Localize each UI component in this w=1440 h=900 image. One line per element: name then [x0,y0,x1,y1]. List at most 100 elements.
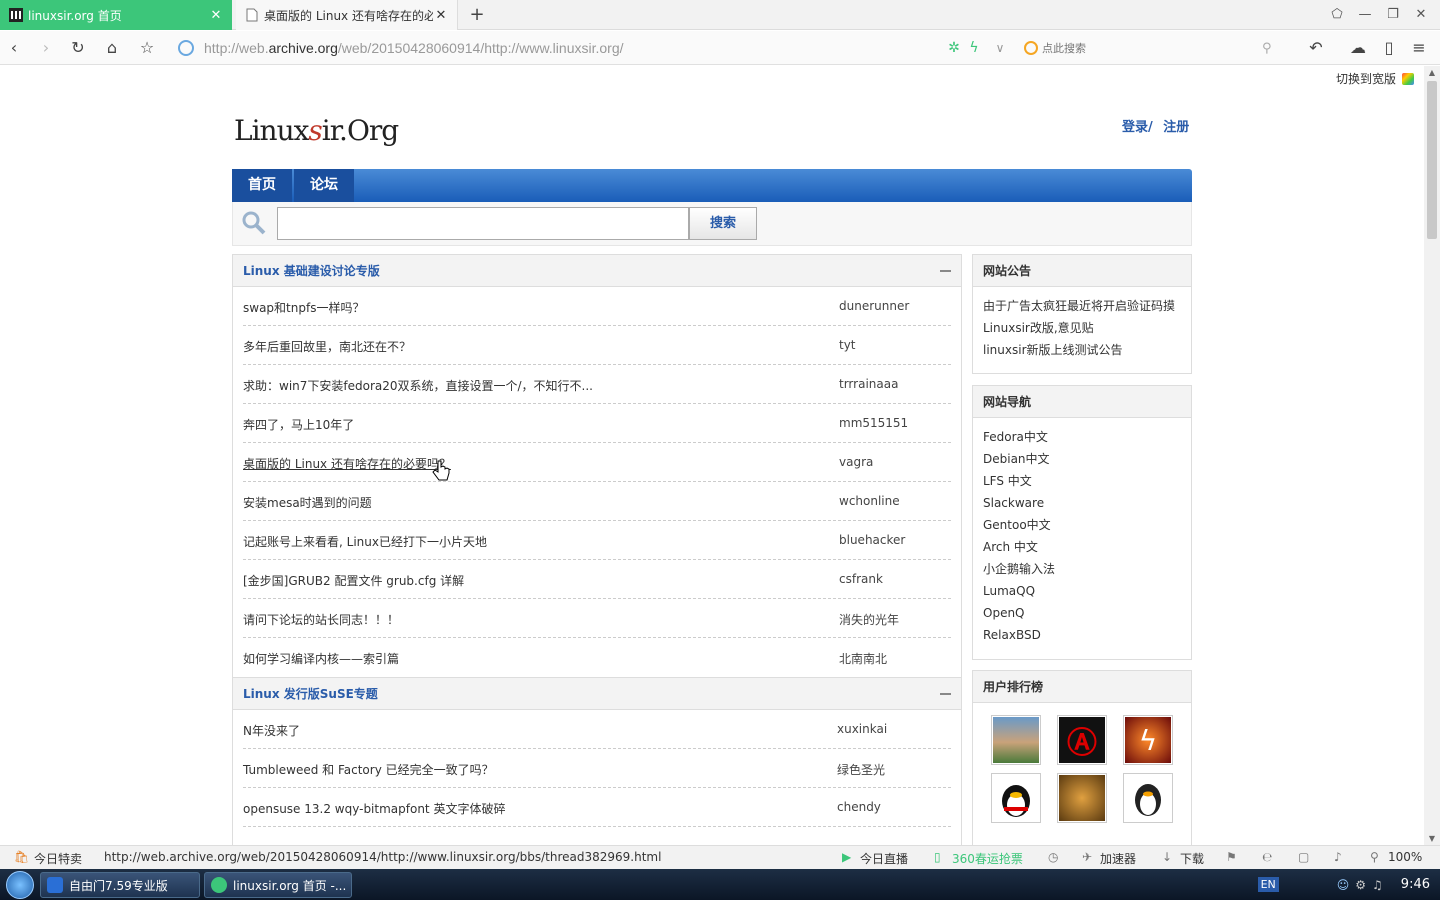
zoom-level[interactable]: 100% [1388,850,1422,864]
thread-author[interactable]: 绿色圣光 [837,761,885,778]
tickets-link[interactable]: 360春运抢票 [952,850,1023,867]
thread-author[interactable]: 消失的光年 [839,611,899,628]
thread-title[interactable]: 记起账号上来看看, Linux已经打下一小片天地 [243,533,487,550]
forum-title[interactable]: Linux 发行版SuSE专题 [243,685,378,702]
thread-title[interactable]: 桌面版的 Linux 还有啥存在的必要吗？ [243,455,451,472]
speaker-icon[interactable]: ♫ [1372,878,1383,892]
notice-item[interactable]: linuxsir新版上线测试公告 [983,339,1181,361]
play-icon[interactable]: ▶ [842,850,851,864]
site-link[interactable]: 小企鹅输入法 [983,558,1181,580]
thread-title[interactable]: 奔四了，马上10年了 [243,416,354,433]
qq-penguin-icon[interactable] [991,773,1041,823]
accelerator-link[interactable]: 加速器 [1100,850,1136,867]
back-icon[interactable]: ‹ [2,36,26,60]
notice-item[interactable]: 由于广告太疯狂最近将开启验证码摸 [983,295,1181,317]
register-link[interactable]: 注册 [1163,120,1189,135]
download-link[interactable]: 下载 [1180,850,1204,867]
thread-author[interactable]: csfrank [839,572,883,586]
thread-author[interactable]: vagra [839,455,873,469]
ticket-icon[interactable]: ▯ [934,850,941,864]
live-link[interactable]: 今日直播 [860,850,908,867]
ie-icon[interactable]: ℮ [1262,850,1272,864]
home-icon[interactable]: ⌂ [100,36,124,60]
thread-title[interactable]: 求助：win7下安装fedora20双系统，直接设置一个/，不知行不... [243,377,593,394]
scroll-up-icon[interactable]: ▲ [1424,68,1440,77]
new-tab-button[interactable]: + [466,4,488,26]
thread-author[interactable]: 北南南北 [839,650,887,667]
collapse-icon[interactable] [940,692,951,695]
address-bar[interactable]: http://web.archive.org/web/2015042806091… [172,35,1012,61]
rocket-icon[interactable]: ✈ [1082,850,1092,864]
anarchy-icon[interactable]: Ⓐ [1057,715,1107,765]
thread-title[interactable]: swap和tnpfs一样吗？ [243,299,364,316]
site-search-input[interactable] [277,207,689,240]
thread-author[interactable]: trrrainaaa [839,377,898,391]
close-window-icon[interactable]: ✕ [1410,5,1432,25]
thread-title[interactable]: N年没来了 [243,722,300,739]
thread-title[interactable]: 安装mesa时遇到的问题 [243,494,372,511]
window-icon[interactable]: ▢ [1298,850,1309,864]
today-deals[interactable]: 今日特卖 [34,850,82,867]
taskbar-item-browser[interactable]: linuxsir.org 首页 -... [204,872,352,898]
forum-title[interactable]: Linux 基础建设讨论专版 [243,262,380,279]
search-box[interactable]: ⚲ [1020,37,1288,59]
collapse-icon[interactable] [940,269,951,272]
search-button[interactable]: 搜索 [689,207,757,240]
network-icon[interactable]: ⚙ [1355,878,1366,892]
reload-icon[interactable]: ↻ [66,36,90,60]
thread-author[interactable]: bluehacker [839,533,905,547]
avatar-photo-icon[interactable] [991,715,1041,765]
site-link[interactable]: Gentoo中文 [983,514,1181,536]
thread-title[interactable]: 多年后重回故里，南北还在不？ [243,338,411,355]
taskbar-item-freegate[interactable]: 自由门7.59专业版 [40,872,200,898]
site-link[interactable]: Slackware [983,492,1181,514]
skin-icon[interactable]: ⬠ [1326,5,1348,25]
thread-author[interactable]: dunerunner [839,299,909,313]
thread-title[interactable]: Tumbleweed 和 Factory 已经完全一致了吗？ [243,761,494,778]
phone-icon[interactable]: ▯ [1377,36,1401,60]
tab-linuxsir-home[interactable]: linuxsir.org 首页 ✕ [0,0,232,30]
zoom-icon[interactable]: ⚲ [1370,850,1379,864]
deals-icon[interactable]: 🛍 [14,850,29,864]
site-link[interactable]: Debian中文 [983,448,1181,470]
site-link[interactable]: RelaxBSD [983,624,1181,646]
forward-icon[interactable]: › [34,36,58,60]
tab-linux-desktop-thread[interactable]: 桌面版的 Linux 还有啥存在的必要吗？ ✕ [236,0,458,30]
scroll-down-icon[interactable]: ▼ [1424,834,1440,843]
history-icon[interactable]: ◷ [1048,850,1058,864]
thread-title[interactable]: 如何学习编译内核——索引篇 [243,650,399,667]
thread-title[interactable]: opensuse 13.2 wqy-bitmapfont 英文字体破碎 [243,800,505,817]
thread-author[interactable]: tyt [839,338,856,352]
thread-author[interactable]: chendy [837,800,881,814]
wide-version-toggle[interactable]: 切换到宽版 [1336,70,1414,87]
qq-tray-icon[interactable]: ☺ [1337,878,1350,892]
thread-title[interactable]: 请问下论坛的站长同志！！！ [243,611,399,628]
thread-author[interactable]: xuxinkai [837,722,887,736]
lightning-icon[interactable]: ϟ [1123,715,1173,765]
close-tab-icon[interactable]: ✕ [208,8,224,23]
login-link[interactable]: 登录/ [1122,120,1153,135]
thread-title[interactable]: [金步国]GRUB2 配置文件 grub.cfg 详解 [243,572,464,589]
search-input[interactable] [1042,41,1262,55]
minimize-icon[interactable]: — [1354,5,1376,25]
clock[interactable]: 9:46 [1401,877,1430,892]
menu-icon[interactable]: ≡ [1407,36,1431,60]
site-link[interactable]: Fedora中文 [983,426,1181,448]
thread-author[interactable]: wchonline [839,494,900,508]
site-link[interactable]: OpenQ [983,602,1181,624]
star-icon[interactable]: ☆ [135,36,159,60]
cloud-icon[interactable]: ☁ [1346,36,1370,60]
notice-item[interactable]: Linuxsir改版,意见贴 [983,317,1181,339]
language-indicator[interactable]: EN [1257,877,1279,892]
scroll-thumb[interactable] [1427,81,1437,239]
site-link[interactable]: LFS 中文 [983,470,1181,492]
site-logo[interactable]: Linuxsir.Org [234,114,399,147]
thread-author[interactable]: mm515151 [839,416,908,430]
cat-icon[interactable] [1057,773,1107,823]
site-link[interactable]: LumaQQ [983,580,1181,602]
penguin-icon[interactable] [1123,773,1173,823]
flag-icon[interactable]: ⚑ [1226,850,1237,864]
lightning-mode-icon[interactable]: ϟ [962,36,986,60]
close-tab-icon[interactable]: ✕ [433,8,449,23]
download-icon[interactable]: ↓ [1162,850,1172,864]
